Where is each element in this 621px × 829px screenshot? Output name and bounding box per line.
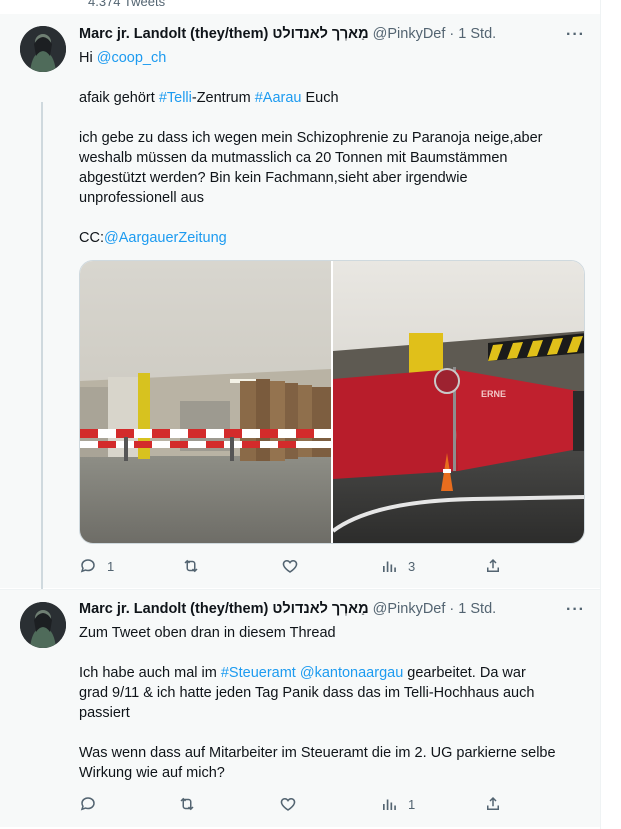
text-line: Was wenn dass auf Mitarbeiter im Steuera… [79, 745, 556, 761]
reply-button[interactable] [79, 795, 97, 813]
more-icon[interactable]: ··· [566, 26, 585, 44]
reply-icon [80, 559, 95, 573]
tweet-header: Marc jr. Landolt (they/them) מַארְך לאנד… [79, 601, 496, 617]
tweet[interactable]: Marc jr. Landolt (they/them) מַארְך לאנד… [0, 589, 600, 827]
views-icon [383, 799, 396, 810]
hashtag-link[interactable]: #Telli [159, 90, 192, 106]
svg-text:ERNE: ERNE [481, 389, 506, 399]
text-line: passiert [79, 705, 130, 721]
mention-link[interactable]: @AargauerZeitung [104, 230, 227, 246]
hashtag-link[interactable]: #Steueramt [221, 665, 296, 681]
separator: · [449, 601, 455, 617]
tweet-media[interactable]: ERNE [79, 260, 585, 544]
tweet-header: Marc jr. Landolt (they/them) מַארְך לאנד… [79, 26, 496, 42]
like-icon [280, 797, 296, 811]
author-name[interactable]: Marc jr. Landolt (they/them) מַארְך לאנד… [79, 26, 369, 42]
like-button[interactable] [281, 557, 299, 575]
share-icon [487, 558, 499, 572]
top-tweet-count: 4.374 Tweets [88, 0, 166, 9]
reply-icon [80, 797, 95, 811]
retweet-icon [180, 797, 194, 811]
views-count: 1 [408, 796, 416, 812]
parking-photo-barrier[interactable] [80, 261, 331, 543]
text-line: Wirkung wie auf mich? [79, 765, 225, 781]
retweet-button[interactable] [182, 557, 200, 575]
text-line: CC:@AargauerZeitung [79, 230, 227, 246]
separator: · [449, 26, 455, 42]
hashtag-link[interactable]: #Aarau [255, 90, 302, 106]
text-line: weshalb müssen da mutmasslich ca 20 Tonn… [79, 150, 508, 166]
reply-button[interactable]: 1 [79, 557, 114, 575]
text-line: grad 9/11 & ich hatte jeden Tag Panik da… [79, 685, 535, 701]
mention-link[interactable]: @coop_ch [97, 50, 167, 66]
text-line: Ich habe auch mal im #Steueramt @kantona… [79, 665, 526, 681]
parking-photo-fence[interactable]: ERNE [331, 261, 584, 543]
text-line: Hi @coop_ch [79, 50, 167, 66]
share-button[interactable] [484, 795, 502, 813]
like-icon [282, 559, 298, 573]
text-line: ich gebe zu dass ich wegen mein Schizoph… [79, 130, 543, 146]
tweet-actions: 1 3 [79, 557, 519, 577]
text-line: Zum Tweet oben dran in diesem Thread [79, 625, 336, 641]
author-name[interactable]: Marc jr. Landolt (they/them) מַארְך לאנד… [79, 601, 369, 617]
retweet-icon [184, 559, 198, 573]
views-button[interactable]: 1 [380, 795, 415, 813]
text-line: afaik gehört #Telli-Zentrum #Aarau Euch [79, 90, 339, 106]
mention-link[interactable]: @kantonaargau [300, 665, 403, 681]
views-icon [383, 561, 396, 572]
column-border [600, 0, 601, 829]
retweet-button[interactable] [178, 795, 196, 813]
views-count: 3 [408, 558, 416, 574]
author-handle[interactable]: @PinkyDef [373, 26, 446, 42]
views-button[interactable]: 3 [380, 557, 415, 575]
tweet-actions: 1 [79, 795, 519, 815]
text-line: unprofessionell aus [79, 190, 204, 206]
thread-line [41, 102, 43, 602]
author-handle[interactable]: @PinkyDef [373, 601, 446, 617]
reply-count: 1 [107, 558, 115, 574]
like-button[interactable] [279, 795, 297, 813]
avatar[interactable] [20, 26, 66, 72]
timestamp[interactable]: 1 Std. [458, 601, 496, 617]
timestamp[interactable]: 1 Std. [458, 26, 496, 42]
share-icon [487, 796, 499, 810]
share-button[interactable] [484, 557, 502, 575]
text-line: abgestützt werden? Bin kein Fachmann,sie… [79, 170, 468, 186]
tweet[interactable]: Marc jr. Landolt (they/them) מַארְך לאנד… [0, 14, 600, 602]
more-icon[interactable]: ··· [566, 601, 585, 619]
avatar[interactable] [20, 602, 66, 648]
